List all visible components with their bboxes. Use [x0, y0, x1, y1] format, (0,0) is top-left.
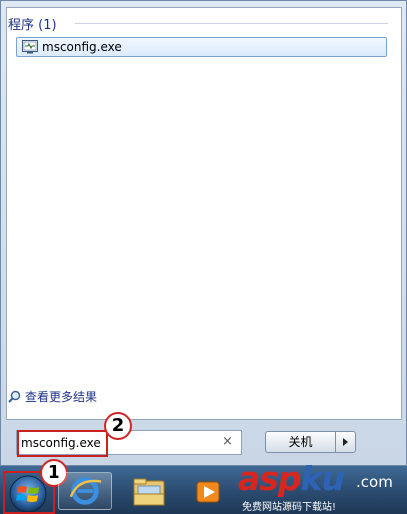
- group-divider: [75, 23, 388, 24]
- watermark-tld: .com: [356, 473, 393, 491]
- watermark-logo: aspku: [238, 459, 345, 498]
- see-more-label: 查看更多结果: [25, 390, 98, 404]
- msconfig-icon: [22, 40, 38, 54]
- internet-explorer-icon: [69, 477, 102, 505]
- callout-number-2: 2: [104, 412, 132, 440]
- aspku-watermark: aspku .com 免费网站源码下载站!: [238, 459, 406, 514]
- results-group-header: 程序 (1): [8, 18, 57, 33]
- shutdown-button[interactable]: 关机: [265, 431, 336, 453]
- search-highlight-annotation: [17, 430, 108, 457]
- windows-explorer-icon: [133, 478, 165, 506]
- result-item-msconfig[interactable]: msconfig.exe: [16, 37, 387, 57]
- see-more-results-link[interactable]: 查看更多结果: [8, 388, 97, 405]
- magnifier-icon: [8, 390, 21, 403]
- watermark-caption: 免费网站源码下载站!: [242, 502, 337, 513]
- result-item-label: msconfig.exe: [42, 40, 122, 54]
- taskbar-ie-button[interactable]: [58, 472, 112, 510]
- search-results-pane: [6, 7, 402, 420]
- media-player-icon: [196, 481, 220, 503]
- shutdown-options-arrow[interactable]: [336, 431, 356, 453]
- taskbar-explorer-button[interactable]: [128, 472, 168, 510]
- clear-search-icon[interactable]: ×: [222, 434, 233, 449]
- taskbar-media-player-button[interactable]: [188, 472, 228, 510]
